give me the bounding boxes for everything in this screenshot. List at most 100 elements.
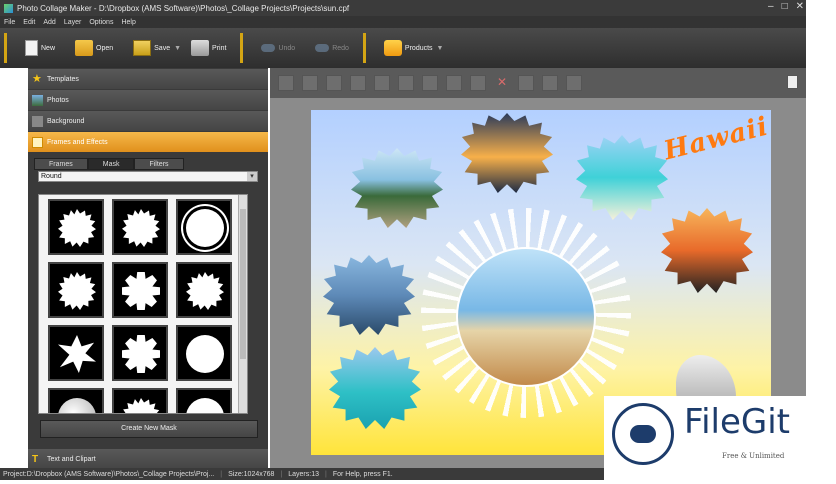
tab-mask[interactable]: Mask <box>87 158 135 170</box>
mask-gallery <box>38 194 248 414</box>
menu-file[interactable]: File <box>4 19 15 26</box>
burst-mask-icon <box>186 272 224 310</box>
mask-thumbnail[interactable] <box>112 199 168 255</box>
app-icon <box>4 3 13 13</box>
products-button[interactable]: Products <box>374 33 443 63</box>
text-icon: T <box>32 453 39 465</box>
print-button[interactable]: Print <box>181 33 236 63</box>
save-button[interactable]: Save <box>123 33 180 63</box>
gear-mask-icon <box>122 335 160 373</box>
crop-icon[interactable] <box>518 75 534 91</box>
window-controls: – □ ✕ <box>768 1 804 12</box>
mask-thumbnail[interactable] <box>112 262 168 318</box>
toolbar-separator <box>240 33 244 63</box>
delete-icon[interactable]: ✕ <box>494 75 510 91</box>
collage-heading[interactable]: Hawaii <box>661 112 772 167</box>
redo-icon <box>315 44 330 52</box>
layer-toolbar: ✕ <box>270 68 806 98</box>
status-help: For Help, press F1. <box>332 470 393 478</box>
soft-round-mask-icon <box>58 398 96 413</box>
ring-mask-icon <box>186 209 224 247</box>
filegit-name: FileGit <box>684 402 791 442</box>
open-button[interactable]: Open <box>65 33 123 63</box>
menu-layer[interactable]: Layer <box>64 19 82 26</box>
filegit-tagline: Free & Unlimited <box>722 452 785 460</box>
save-dropdown-icon[interactable]: ▼ <box>174 45 181 52</box>
undo-button[interactable]: Undo <box>251 33 305 63</box>
products-dropdown-icon[interactable]: ▼ <box>437 45 444 52</box>
photo-palm-sunset[interactable] <box>661 208 753 293</box>
menu-edit[interactable]: Edit <box>23 19 35 26</box>
mask-thumbnail[interactable] <box>48 388 104 413</box>
mask-thumbnail[interactable] <box>48 325 104 381</box>
tab-filters[interactable]: Filters <box>134 158 184 170</box>
flip-horizontal-icon[interactable] <box>446 75 462 91</box>
send-backward-icon[interactable] <box>302 75 318 91</box>
save-icon <box>133 40 152 56</box>
bring-forward-icon[interactable] <box>278 75 294 91</box>
printer-icon <box>191 40 210 56</box>
rotate-left-icon[interactable] <box>398 75 414 91</box>
close-button[interactable]: ✕ <box>796 1 804 12</box>
background-icon <box>32 115 43 127</box>
print-label: Print <box>212 44 227 52</box>
section-text-clipart[interactable]: T Text and Clipart <box>28 449 268 469</box>
photo-resort[interactable] <box>323 255 415 335</box>
new-button[interactable]: New <box>15 33 65 63</box>
mask-thumbnail[interactable] <box>48 262 104 318</box>
filegit-logo-icon <box>612 403 674 465</box>
lock-icon[interactable] <box>566 75 582 91</box>
mask-thumbnail[interactable] <box>176 388 232 413</box>
mask-type-select[interactable]: Round ▾ <box>38 171 258 182</box>
photo-sunset[interactable] <box>461 113 553 193</box>
section-background[interactable]: Background <box>28 111 268 131</box>
maximize-button[interactable]: □ <box>782 1 788 12</box>
section-templates[interactable]: ★ Templates <box>28 69 268 89</box>
scrollbar-thumb[interactable] <box>240 209 246 359</box>
frames-effects-icon <box>32 136 43 148</box>
status-divider: | <box>220 470 223 478</box>
undo-label: Undo <box>278 44 296 52</box>
round-mask-icon <box>186 398 224 413</box>
redo-label: Redo <box>332 44 349 52</box>
gear-icon[interactable] <box>542 75 558 91</box>
align-icon[interactable] <box>374 75 390 91</box>
title-bar: Photo Collage Maker - D:\Dropbox (AMS So… <box>0 0 806 16</box>
photo-bungalow[interactable] <box>329 347 421 429</box>
photo-couple[interactable] <box>456 247 596 387</box>
redo-button[interactable]: Redo <box>305 33 359 63</box>
mask-thumbnail[interactable] <box>112 325 168 381</box>
section-frames-effects[interactable]: Frames and Effects <box>28 132 268 152</box>
menu-add[interactable]: Add <box>43 19 55 26</box>
window-title: Photo Collage Maker - D:\Dropbox (AMS So… <box>17 3 350 13</box>
left-panel: ★ Templates Photos Background Frames and… <box>28 68 268 469</box>
send-to-back-icon[interactable] <box>350 75 366 91</box>
photo-island[interactable] <box>351 148 443 228</box>
mask-thumbnail[interactable] <box>176 262 232 318</box>
mask-thumbnail[interactable] <box>112 388 168 413</box>
flip-vertical-icon[interactable] <box>470 75 486 91</box>
menu-help[interactable]: Help <box>121 19 135 26</box>
chevron-down-icon[interactable]: ▾ <box>247 172 257 181</box>
create-new-mask-button[interactable]: Create New Mask <box>40 420 258 438</box>
page-icon[interactable] <box>787 75 798 89</box>
burst-mask-icon <box>58 272 96 310</box>
bring-to-front-icon[interactable] <box>326 75 342 91</box>
status-bar: Project:D:\Dropbox (AMS Software)\Photos… <box>0 468 604 480</box>
mask-thumbnail[interactable] <box>176 325 232 381</box>
burst-mask-icon <box>122 209 160 247</box>
mask-thumbnail[interactable] <box>176 199 232 255</box>
mask-gallery-scrollbar[interactable] <box>238 195 247 413</box>
toolbar-separator <box>4 33 7 63</box>
menu-options[interactable]: Options <box>89 19 113 26</box>
section-templates-label: Templates <box>47 75 79 83</box>
splat-mask-icon <box>58 335 96 373</box>
minimize-button[interactable]: – <box>768 1 774 12</box>
section-photos[interactable]: Photos <box>28 90 268 110</box>
folder-icon <box>75 40 94 56</box>
toolbar-separator <box>362 33 366 63</box>
rotate-right-icon[interactable] <box>422 75 438 91</box>
photo-palm-beach[interactable] <box>576 135 668 220</box>
mask-thumbnail[interactable] <box>48 199 104 255</box>
tab-frames[interactable]: Frames <box>34 158 88 170</box>
